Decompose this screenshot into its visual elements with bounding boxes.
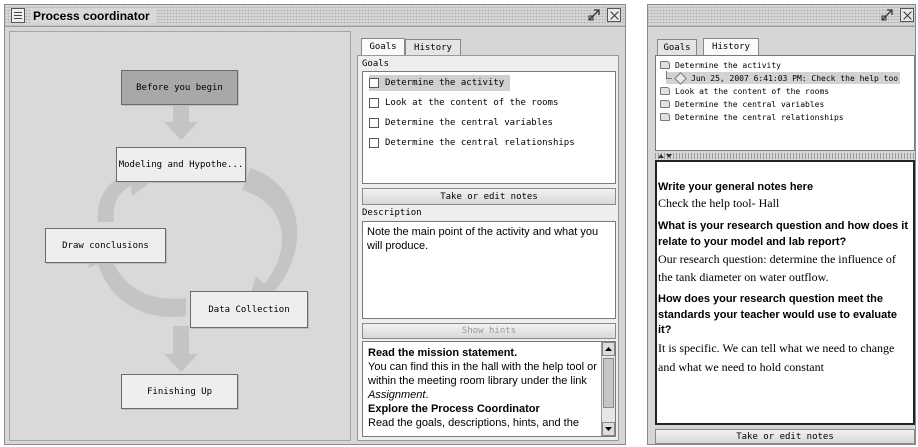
goals-label: Goals (362, 59, 390, 69)
tab-goals[interactable]: Goals (361, 38, 405, 55)
take-notes-button[interactable]: Take or edit notes (655, 429, 915, 444)
step-label: Data Collection (208, 304, 290, 315)
goal-item[interactable]: Determine the central variables (369, 115, 553, 131)
title-bar[interactable] (648, 5, 915, 27)
hints-scrollbar[interactable] (601, 342, 615, 436)
history-tree: Determine the activity Jun 25, 2007 6:41… (655, 55, 915, 151)
take-notes-button[interactable]: Take or edit notes (362, 188, 616, 205)
goal-item[interactable]: Determine the activity (369, 75, 511, 91)
checkbox[interactable] (369, 138, 379, 148)
folder-icon (660, 87, 670, 95)
folder-icon (660, 113, 670, 121)
close-icon[interactable] (607, 8, 621, 22)
show-hints-button[interactable]: Show hints (362, 323, 616, 339)
tree-node[interactable]: Jun 25, 2007 6:41:03 PM: Check the help … (666, 71, 901, 85)
tab-history[interactable]: History (405, 39, 461, 55)
app-icon (11, 8, 25, 23)
checkbox[interactable] (369, 118, 379, 128)
process-flow-panel: Before you begin Modeling and Hypothe...… (9, 31, 351, 441)
tree-node[interactable]: Determine the central relationships (660, 111, 844, 123)
step-label: Before you begin (136, 82, 223, 93)
notes-text: Write your general notes here Check the … (658, 181, 908, 374)
scroll-down-icon[interactable] (602, 422, 615, 436)
window-title: Process coordinator (31, 9, 156, 23)
tree-line-icon (666, 71, 672, 79)
scroll-up-icon[interactable] (602, 342, 615, 356)
step-draw-conclusions[interactable]: Draw conclusions (45, 228, 166, 263)
step-label: Draw conclusions (62, 240, 149, 251)
folder-icon (660, 61, 670, 69)
scroll-thumb[interactable] (603, 358, 614, 408)
checkbox[interactable] (369, 98, 379, 108)
hints-box: Read the mission statement. You can find… (362, 341, 616, 437)
note-icon (674, 71, 687, 85)
tree-node[interactable]: Determine the activity (660, 59, 781, 71)
description-box: Note the main point of the activity and … (362, 221, 616, 319)
maximize-icon[interactable] (587, 8, 601, 22)
close-icon[interactable] (900, 8, 914, 22)
title-bar[interactable]: Process coordinator (5, 5, 625, 27)
tab-goals[interactable]: Goals (657, 39, 697, 55)
splitter[interactable] (655, 153, 915, 159)
step-before-you-begin[interactable]: Before you begin (121, 70, 238, 105)
step-modeling[interactable]: Modeling and Hypothe... (116, 147, 246, 182)
goal-item[interactable]: Determine the central relationships (369, 135, 575, 151)
checkbox[interactable] (369, 78, 379, 88)
step-label: Modeling and Hypothe... (118, 159, 244, 170)
step-finishing-up[interactable]: Finishing Up (121, 374, 238, 409)
goals-list: Determine the activity Look at the conte… (362, 71, 616, 184)
goal-item[interactable]: Look at the content of the rooms (369, 95, 558, 111)
tab-history[interactable]: History (703, 38, 759, 55)
process-coordinator-window: Process coordinator Before you begin Mod… (4, 4, 626, 445)
step-label: Finishing Up (146, 386, 213, 397)
folder-icon (660, 100, 670, 108)
goals-panel: Goals History Goals Determine the activi… (355, 31, 621, 441)
step-data-collection[interactable]: Data Collection (190, 291, 308, 328)
notes-area[interactable]: Write your general notes here Check the … (655, 160, 915, 425)
description-label: Description (362, 208, 422, 218)
maximize-icon[interactable] (880, 8, 894, 22)
tree-node[interactable]: Look at the content of the rooms (660, 85, 829, 97)
description-text: Note the main point of the activity and … (367, 226, 599, 252)
tree-node[interactable]: Determine the central variables (660, 98, 824, 110)
hints-text: Read the mission statement. You can find… (368, 347, 597, 429)
history-window: Goals History Determine the activity Jun… (647, 4, 916, 445)
